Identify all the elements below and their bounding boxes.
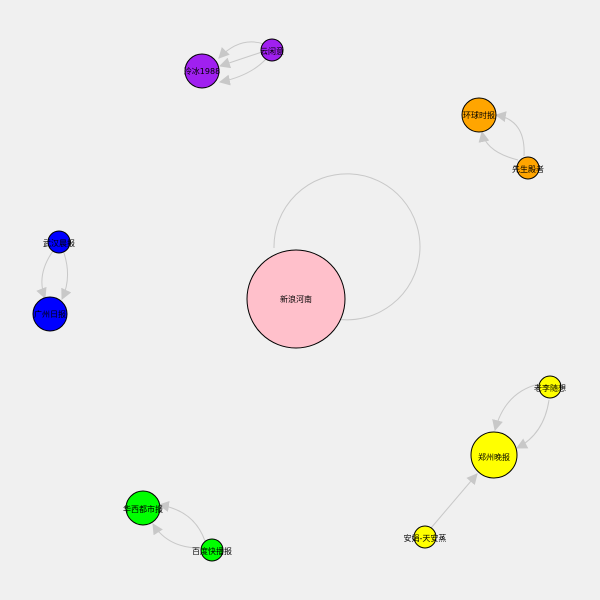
node-lengbing[interactable]: 冷冰1988 — [184, 53, 220, 89]
node-xinlang[interactable]: 新浪河南 — [246, 249, 346, 349]
node-label-wuhan: 武汉晨报 — [43, 238, 75, 248]
node-label-baidu: 百度快播报 — [192, 546, 232, 556]
node-label-anjia: 安娟-天安蒸 — [404, 533, 447, 543]
node-label-huanqiu: 环球时报 — [463, 110, 495, 120]
node-guangzhou[interactable]: 广州日报 — [32, 296, 68, 332]
node-yunxian[interactable]: 云闲意 — [260, 38, 284, 62]
node-label-huaxi: 华西都市报 — [123, 504, 163, 514]
network-graph: 新浪河南 冷冰1988 云闲意 环球时报 先生殿者 武汉晨报 广州日报 郑州晚报… — [0, 0, 600, 600]
node-label-xinlang: 新浪河南 — [280, 294, 312, 304]
node-label-zhengzhou: 郑州晚报 — [478, 452, 510, 462]
node-label-guangzhou: 广州日报 — [34, 309, 66, 319]
node-label-xiansheng: 先生殿者 — [512, 164, 544, 174]
node-label-lengbing: 冷冰1988 — [184, 66, 220, 76]
node-label-laoli: 老李随想 — [534, 383, 566, 393]
node-zhengzhou[interactable]: 郑州晚报 — [470, 431, 518, 479]
node-huanqiu[interactable]: 环球时报 — [461, 97, 497, 133]
node-label-yunxian: 云闲意 — [260, 46, 284, 56]
